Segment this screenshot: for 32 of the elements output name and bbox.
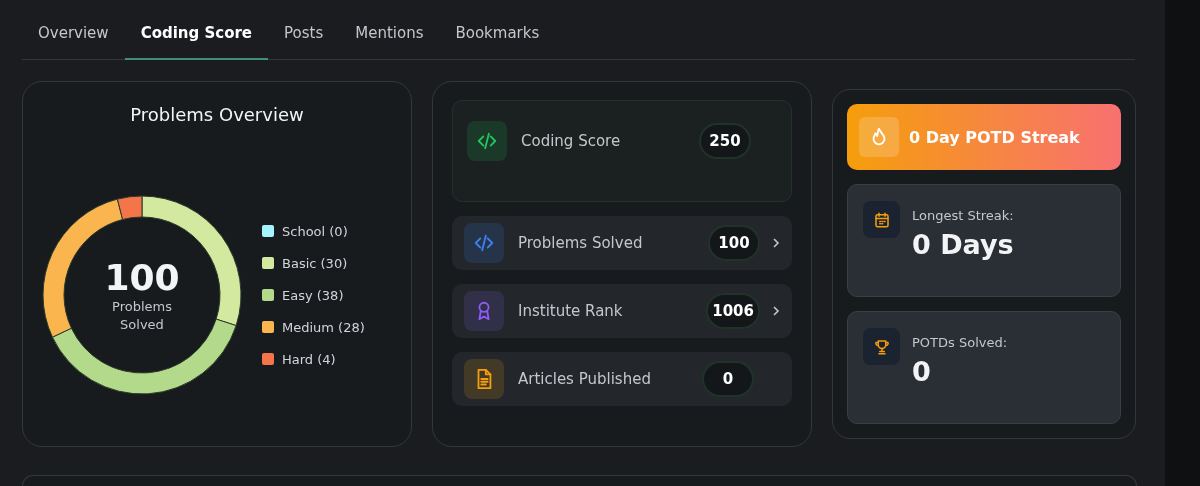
- legend-label: Medium (28): [282, 319, 365, 335]
- tab[interactable]: Mentions: [339, 24, 440, 61]
- stat-value: 0: [912, 356, 932, 388]
- tab[interactable]: Coding Score: [124, 24, 269, 61]
- stat-label: Coding Score: [521, 132, 622, 151]
- card-title: Problems Overview: [129, 104, 305, 126]
- stat-value: 0: [702, 361, 754, 398]
- calendar-icon: [863, 201, 900, 239]
- tab[interactable]: Bookmarks: [439, 24, 556, 61]
- legend-label: Easy (38): [282, 287, 344, 303]
- legend-label: Basic (30): [282, 255, 348, 271]
- tab[interactable]: Posts: [268, 24, 340, 61]
- legend-label: School (0): [282, 223, 348, 239]
- stat-row[interactable]: Problems Solved 100: [452, 216, 792, 271]
- stat-label: Articles Published: [518, 370, 652, 389]
- stat-value: 100: [708, 225, 760, 262]
- tab[interactable]: Overview: [22, 24, 125, 61]
- stat-label: Longest Streak:: [912, 208, 1014, 224]
- stat-label: Institute Rank: [518, 302, 624, 321]
- stat-row[interactable]: Institute Rank 1006: [452, 284, 792, 339]
- stat-label: POTDs Solved:: [912, 335, 1008, 351]
- trophy-icon: [863, 328, 900, 366]
- total-label: Problems Solved: [111, 298, 173, 334]
- stat-row[interactable]: Articles Published 0: [452, 352, 792, 407]
- stat-label: Problems Solved: [518, 234, 644, 253]
- stat-value: 250: [699, 123, 751, 160]
- flame-icon: [859, 117, 899, 158]
- stat-value: 0 Days: [912, 229, 1014, 261]
- legend-label: Hard (4): [282, 351, 336, 367]
- total-count: 100: [104, 257, 180, 299]
- stat-value: 1006: [706, 293, 760, 330]
- streak-title: 0 Day POTD Streak: [909, 127, 1080, 147]
